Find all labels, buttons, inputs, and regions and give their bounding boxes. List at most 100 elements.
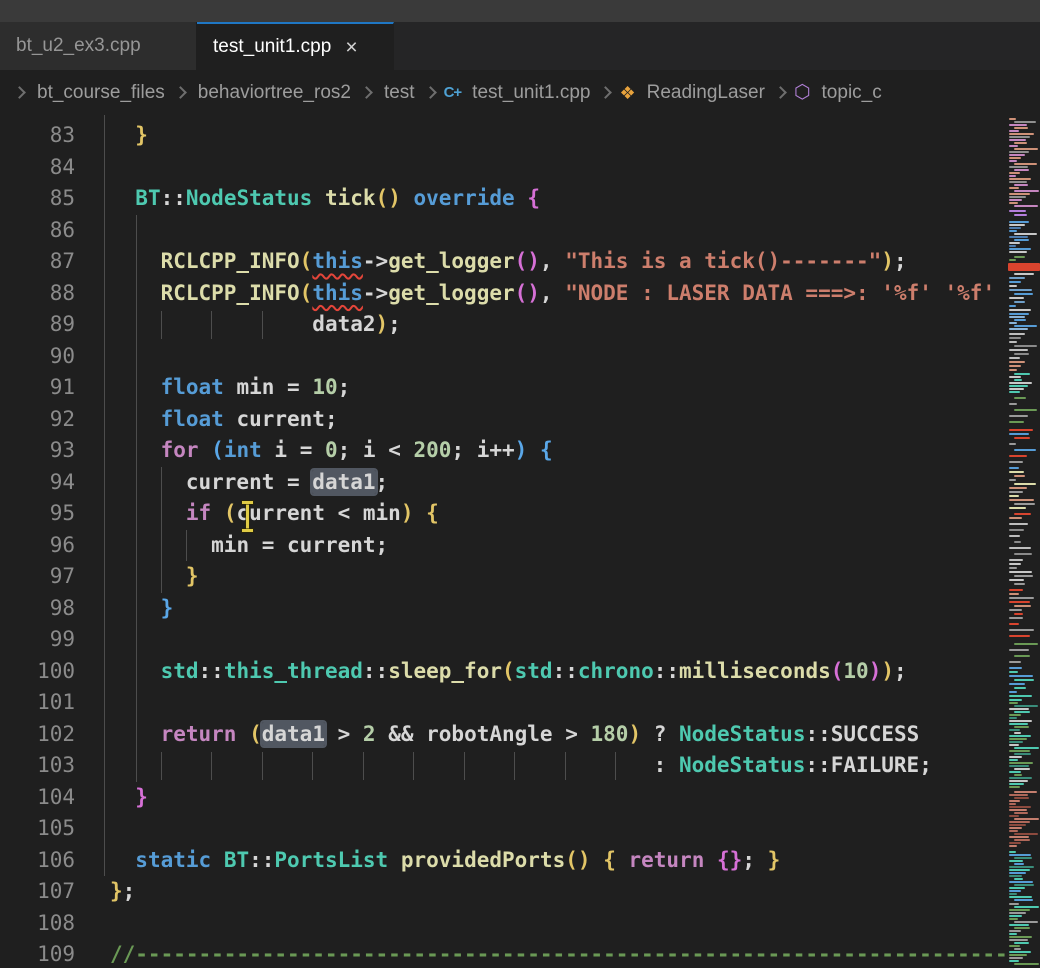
breadcrumb-item-readinglaser[interactable]: ReadingLaser [647,82,765,104]
chevron-right-icon [13,86,26,99]
minimap-line [1009,930,1021,932]
minimap-line [1014,449,1036,451]
minimap-line [1009,571,1032,573]
code-line[interactable]: 91 float min = 10; [0,372,1040,404]
token: get_logger [388,249,514,273]
code-line[interactable]: 109//-----------------------------------… [0,939,1040,968]
code-line[interactable]: 104 } [0,782,1040,814]
minimap-line [1009,756,1022,758]
line-number: 94 [0,467,75,499]
token [401,186,414,210]
token [110,186,135,210]
code-line[interactable]: 107}; [0,876,1040,908]
minimap-line [1009,918,1018,920]
minimap-line [1009,836,1029,838]
breadcrumb-item-bt-course-files[interactable]: bt_course_files [37,82,165,104]
code-line[interactable]: 93 for (int i = 0; i < 200; i++) { [0,435,1040,467]
minimap-line [1009,403,1017,405]
minimap-line [1009,328,1028,330]
code-line[interactable]: 97 } [0,561,1040,593]
minimap-line [1009,954,1027,956]
minimap-line [1009,172,1020,174]
code-line[interactable]: 86 [0,215,1040,247]
code-line[interactable]: 88 RCLCPP_INFO(this->get_logger(), "NODE… [0,278,1040,310]
tab-bt-u2-ex3[interactable]: bt_u2_ex3.cpp [0,22,197,70]
minimap-line [1009,851,1016,853]
code-text: } [75,782,148,814]
chevron-right-icon [600,86,613,99]
token [616,848,629,872]
code-line[interactable]: 102 return (data1 > 2 && robotAngle > 18… [0,719,1040,751]
token: RCLCPP_INFO [161,281,300,305]
line-number: 108 [0,908,75,940]
token: ; [338,375,351,399]
breadcrumb-item-test-unit1-cpp[interactable]: test_unit1.cpp [472,82,590,104]
tab-test-unit1[interactable]: test_unit1.cpp × [197,22,394,70]
minimap-line [1009,316,1025,318]
minimap-line [1009,227,1021,229]
minimap[interactable] [1008,115,1040,968]
text-cursor-ibeam [246,503,249,530]
minimap-line [1009,695,1032,697]
line-number: 84 [0,152,75,184]
token [388,848,401,872]
breadcrumb-item-test[interactable]: test [384,82,415,104]
code-line[interactable]: 96 min = current; [0,530,1040,562]
code-line[interactable]: 99 [0,624,1040,656]
code-line[interactable]: 90 [0,341,1040,373]
minimap-line [1009,609,1022,611]
line-number: 88 [0,278,75,310]
token: ( [502,659,515,683]
editor[interactable]: } ""83 }8485 BT::NodeStatus tick() overr… [0,115,1040,968]
code-line[interactable]: 108 [0,908,1040,940]
code-line[interactable]: 83 } [0,120,1040,152]
code-line[interactable]: 89 data2); [0,309,1040,341]
code-line[interactable]: 85 BT::NodeStatus tick() override { [0,183,1040,215]
code-line[interactable]: 84 [0,152,1040,184]
minimap-line [1009,277,1025,279]
minimap-line [1009,139,1026,141]
minimap-line [1014,942,1029,944]
token: sleep_for [388,659,502,683]
breadcrumb-item-topic-c[interactable]: topic_c [822,82,882,104]
line-number: 86 [0,215,75,247]
minimap-line [1009,771,1021,773]
code-line[interactable]: 103 : NodeStatus::FAILURE; [0,750,1040,782]
code-line[interactable]: 98 } [0,593,1040,625]
minimap-line [1009,193,1030,195]
token [211,501,224,525]
code-text: }; [75,876,135,908]
minimap-line [1014,927,1030,929]
token: RCLCPP_INFO [161,249,300,273]
minimap-line [1009,649,1029,651]
minimap-line [1009,133,1034,135]
code-line[interactable]: 106 static BT::PortsList providedPorts()… [0,845,1040,877]
minimap-line [1014,791,1037,793]
minimap-line [1014,163,1037,165]
code-line[interactable]: 101 [0,687,1040,719]
token: ) [401,501,414,525]
token: i = [262,438,325,462]
code-line[interactable]: 105 [0,813,1040,845]
minimap-line [1009,242,1020,244]
token: SUCCESS [831,722,920,746]
breadcrumb-item-behaviortree-ros2[interactable]: behaviortree_ros2 [198,82,351,104]
minimap-line [1009,529,1024,531]
token: ; [376,470,389,494]
line-number: 98 [0,593,75,625]
code-line[interactable]: 95 if (current < min) { [0,498,1040,530]
minimap-line [1009,842,1021,844]
minimap-line [1009,903,1019,905]
token: int [224,438,262,462]
code-line[interactable]: 100 std::this_thread::sleep_for(std::chr… [0,656,1040,688]
code-line[interactable]: 92 float current; [0,404,1040,436]
minimap-line [1009,281,1021,283]
token: min [224,375,287,399]
code-line[interactable]: 87 RCLCPP_INFO(this->get_logger(), "This… [0,246,1040,278]
close-icon[interactable]: × [345,37,357,58]
code-line[interactable]: 94 current = data1; [0,467,1040,499]
minimap-line [1009,720,1032,722]
indent-guide [161,752,162,780]
token: NodeStatus [186,186,312,210]
minimap-line [1009,357,1020,359]
